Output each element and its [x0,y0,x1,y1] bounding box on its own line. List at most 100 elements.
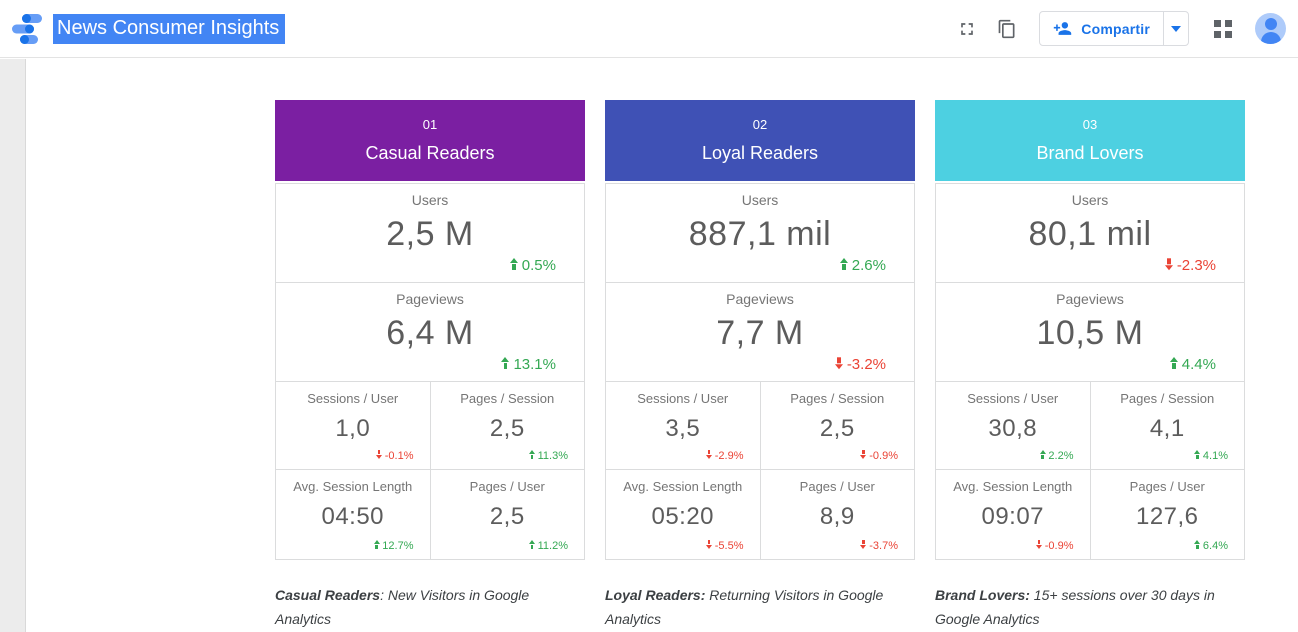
avatar-head [1265,18,1277,30]
user-avatar[interactable] [1255,13,1286,44]
metric-value: 2,5 [431,415,585,443]
delta-text: 4.1% [1203,450,1228,462]
metric-label: Pages / User [761,479,915,494]
trend-arrow-icon [1040,450,1046,459]
share-button-label: Compartir [1081,21,1150,37]
metric-value: 2,5 M [276,215,584,254]
delta-text: -5.5% [715,540,744,552]
grid-dot [1225,20,1232,27]
trend-arrow-icon [835,357,843,369]
metric-row: Sessions / User 1,0 -0.1% Pages / Sessio… [275,381,585,470]
person-add-icon [1053,19,1072,38]
metric-label: Pageviews [606,291,914,307]
metric-avg-session-length: Avg. Session Length 09:07 -0.9% [935,469,1091,560]
metric-row: Avg. Session Length 09:07 -0.9% Pages / … [935,469,1245,560]
metric-value: 4,1 [1091,415,1245,443]
metric-value: 09:07 [936,503,1090,531]
card-header: 02 Loyal Readers [605,100,915,181]
metric-pageviews: Pageviews 10,5 M 4.4% [935,282,1245,382]
share-button[interactable]: Compartir [1040,12,1163,45]
metric-delta: 2.2% [1040,450,1074,462]
metric-sessions-per-user: Sessions / User 1,0 -0.1% [275,381,431,470]
copy-pages-icon[interactable] [987,9,1027,49]
metric-delta: 11.3% [529,450,568,462]
card-title: Loyal Readers [702,143,818,164]
metric-row: Avg. Session Length 05:20 -5.5% Pages / … [605,469,915,560]
metric-pages-per-user: Pages / User 8,9 -3.7% [760,469,916,560]
metric-label: Avg. Session Length [276,479,430,494]
metric-value: 6,4 M [276,314,584,353]
metric-value: 2,5 [431,503,585,531]
metric-row: Sessions / User 30,8 2.2% Pages / Sessio… [935,381,1245,470]
metric-pageviews: Pageviews 7,7 M -3.2% [605,282,915,382]
metric-label: Pages / User [1091,479,1245,494]
app-bar: News Consumer Insights Compartir [0,0,1298,58]
metric-label: Users [606,192,914,208]
grid-dot [1214,31,1221,38]
metric-delta: 6.4% [1194,540,1228,552]
trend-arrow-icon [1165,258,1173,270]
metric-value: 05:20 [606,503,760,531]
trend-arrow-icon [706,540,712,549]
scorecard-brand-lovers: 03 Brand Lovers Users 80,1 mil -2.3% Pag… [935,100,1245,631]
metric-value: 887,1 mil [606,215,914,254]
card-header: 01 Casual Readers [275,100,585,181]
segment-description: Loyal Readers: Returning Visitors in Goo… [605,583,905,631]
metric-avg-session-length: Avg. Session Length 04:50 12.7% [275,469,431,560]
trend-arrow-icon [1194,540,1200,549]
metric-delta: 4.4% [1170,356,1216,373]
metric-value: 2,5 [761,415,915,443]
metric-sessions-per-user: Sessions / User 30,8 2.2% [935,381,1091,470]
metric-users: Users 80,1 mil -2.3% [935,183,1245,283]
apps-grid-icon[interactable] [1203,9,1243,49]
metric-label: Pageviews [276,291,584,307]
trend-arrow-icon [1170,357,1178,369]
delta-text: -0.9% [869,450,898,462]
metric-delta: -2.9% [706,450,744,462]
data-studio-logo-icon[interactable] [9,11,47,47]
metric-delta: 13.1% [501,356,556,373]
metric-delta: 0.5% [510,257,556,274]
trend-arrow-icon [376,450,382,459]
metric-value: 8,9 [761,503,915,531]
metric-pages-per-user: Pages / User 127,6 6.4% [1090,469,1246,560]
metric-label: Users [276,192,584,208]
segment-description: Brand Lovers: 15+ sessions over 30 days … [935,583,1235,631]
trend-arrow-icon [529,450,535,459]
share-options-dropdown[interactable] [1163,12,1188,45]
metric-value: 30,8 [936,415,1090,443]
report-title[interactable]: News Consumer Insights [53,14,285,44]
metric-delta: -5.5% [706,540,744,552]
metric-value: 04:50 [276,503,430,531]
trend-arrow-icon [501,357,509,369]
delta-text: 0.5% [522,257,556,274]
metric-label: Sessions / User [936,391,1090,406]
canvas-left-gutter [0,59,26,632]
segment-name: Casual Readers [275,587,380,603]
metric-row: Avg. Session Length 04:50 12.7% Pages / … [275,469,585,560]
trend-arrow-icon [860,540,866,549]
trend-arrow-icon [1194,450,1200,459]
metric-pages-per-session: Pages / Session 4,1 4.1% [1090,381,1246,470]
metric-value: 10,5 M [936,314,1244,353]
delta-text: 13.1% [513,356,556,373]
delta-text: 6.4% [1203,540,1228,552]
delta-text: -2.9% [715,450,744,462]
fullscreen-icon[interactable] [947,9,987,49]
segment-name: Brand Lovers: [935,587,1030,603]
card-number: 01 [423,117,437,132]
card-title: Casual Readers [365,143,494,164]
metric-avg-session-length: Avg. Session Length 05:20 -5.5% [605,469,761,560]
trend-arrow-icon [529,540,535,549]
scorecard-casual-readers: 01 Casual Readers Users 2,5 M 0.5% Pagev… [275,100,585,631]
app-bar-actions: Compartir [947,9,1286,49]
delta-text: 4.4% [1182,356,1216,373]
chevron-down-icon [1171,26,1181,32]
delta-text: -0.9% [1045,540,1074,552]
delta-text: 11.3% [538,450,568,462]
metric-pages-per-session: Pages / Session 2,5 11.3% [430,381,586,470]
trend-arrow-icon [510,258,518,270]
trend-arrow-icon [840,258,848,270]
trend-arrow-icon [706,450,712,459]
metric-pages-per-session: Pages / Session 2,5 -0.9% [760,381,916,470]
